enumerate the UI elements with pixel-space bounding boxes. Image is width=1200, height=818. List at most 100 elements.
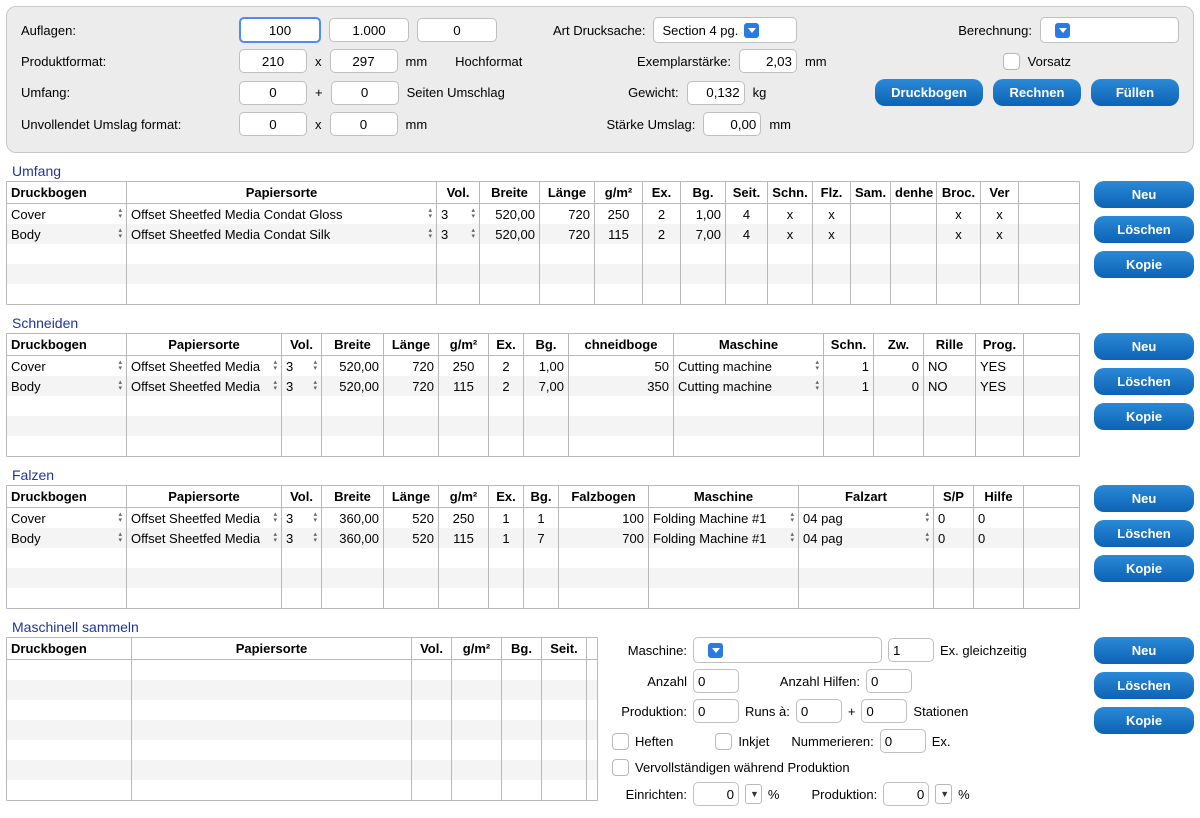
auflagen-2[interactable] — [329, 18, 409, 42]
produktion2-label: Produktion: — [811, 787, 877, 802]
umfang-title: Umfang — [12, 163, 1194, 179]
stepper-icon[interactable]: ▴▾ — [790, 532, 794, 544]
auflagen-3[interactable] — [417, 18, 497, 42]
stepper-icon[interactable]: ▴▾ — [471, 228, 475, 240]
art-select[interactable]: Section 4 pg. — [653, 17, 797, 43]
ex-gleich-input[interactable] — [888, 638, 934, 662]
einrichten-drop[interactable] — [745, 784, 762, 804]
stepper-icon[interactable]: ▴▾ — [313, 360, 317, 372]
table-row — [7, 700, 597, 720]
stepper-icon[interactable]: ▴▾ — [118, 228, 122, 240]
stepper-icon[interactable]: ▴▾ — [273, 360, 277, 372]
table-row — [7, 660, 597, 680]
anzahl-input[interactable] — [693, 669, 739, 693]
staerke[interactable] — [703, 112, 761, 136]
umfang-kopie[interactable]: Kopie — [1094, 251, 1194, 278]
seiten-umslag: Seiten Umschlag — [407, 85, 505, 100]
runs2-input[interactable] — [861, 699, 907, 723]
table-row[interactable]: Body▴▾Offset Sheetfed Media▴▾3▴▾520,0072… — [7, 376, 1079, 396]
stepper-icon[interactable]: ▴▾ — [428, 228, 432, 240]
stepper-icon[interactable]: ▴▾ — [313, 512, 317, 524]
stepper-icon[interactable]: ▴▾ — [118, 360, 122, 372]
produktion-input[interactable] — [693, 699, 739, 723]
schneiden-grid: DruckbogenPapiersorteVol.BreiteLängeg/m²… — [6, 333, 1080, 457]
stepper-icon[interactable]: ▴▾ — [815, 360, 819, 372]
table-row[interactable]: Body▴▾Offset Sheetfed Media Condat Silk▴… — [7, 224, 1079, 244]
sammeln-neu[interactable]: Neu — [1094, 637, 1194, 664]
gewicht[interactable] — [687, 81, 745, 105]
schneiden-kopie[interactable]: Kopie — [1094, 403, 1194, 430]
einrichten-input[interactable] — [693, 782, 739, 806]
falzen-kopie[interactable]: Kopie — [1094, 555, 1194, 582]
table-row[interactable]: Body▴▾Offset Sheetfed Media▴▾3▴▾360,0052… — [7, 528, 1079, 548]
stepper-icon[interactable]: ▴▾ — [815, 380, 819, 392]
druckbogen-button[interactable]: Druckbogen — [875, 79, 983, 106]
umfang-b[interactable] — [331, 81, 399, 105]
umfang-a[interactable] — [239, 81, 307, 105]
table-row — [7, 568, 1079, 588]
unvoll-label: Unvollendet Umslag format: — [21, 117, 231, 132]
hilfen-input[interactable] — [866, 669, 912, 693]
stepper-icon[interactable]: ▴▾ — [925, 512, 929, 524]
stepper-icon[interactable]: ▴▾ — [273, 380, 277, 392]
sammeln-grid: DruckbogenPapiersorteVol.g/m²Bg.Seit. — [6, 637, 598, 801]
vorsatz-checkbox[interactable] — [1003, 53, 1020, 70]
rechnen-button[interactable]: Rechnen — [993, 79, 1081, 106]
umfang-loeschen[interactable]: Löschen — [1094, 216, 1194, 243]
sammeln-loeschen[interactable]: Löschen — [1094, 672, 1194, 699]
produktion-label: Produktion: — [612, 704, 687, 719]
heften-checkbox[interactable] — [612, 733, 629, 750]
stepper-icon[interactable]: ▴▾ — [925, 532, 929, 544]
stepper-icon[interactable]: ▴▾ — [118, 532, 122, 544]
schneiden-section: Schneiden DruckbogenPapiersorteVol.Breit… — [6, 309, 1194, 457]
stepper-icon[interactable]: ▴▾ — [118, 208, 122, 220]
table-row — [7, 780, 597, 800]
stepper-icon[interactable]: ▴▾ — [118, 512, 122, 524]
stepper-icon[interactable]: ▴▾ — [471, 208, 475, 220]
vorsatz-label: Vorsatz — [1028, 54, 1071, 69]
inkjet-checkbox[interactable] — [715, 733, 732, 750]
umfang-section: Umfang DruckbogenPapiersorteVol.BreiteLä… — [6, 157, 1194, 305]
header-panel: Auflagen: Art Drucksache: Section 4 pg. … — [6, 6, 1194, 153]
stepper-icon[interactable]: ▴▾ — [273, 512, 277, 524]
falzen-title: Falzen — [12, 467, 1194, 483]
auflagen-1[interactable] — [239, 17, 321, 43]
unvoll-w[interactable] — [239, 112, 307, 136]
produktion2-input[interactable] — [883, 782, 929, 806]
sammeln-kopie[interactable]: Kopie — [1094, 707, 1194, 734]
table-row[interactable]: Cover▴▾Offset Sheetfed Media Condat Glos… — [7, 204, 1079, 224]
stepper-icon[interactable]: ▴▾ — [790, 512, 794, 524]
table-row[interactable]: Cover▴▾Offset Sheetfed Media▴▾3▴▾360,005… — [7, 508, 1079, 528]
sammeln-form: Maschine: Ex. gleichzeitig Anzahl Anzahl… — [612, 637, 1080, 812]
schneiden-loeschen[interactable]: Löschen — [1094, 368, 1194, 395]
table-row — [7, 284, 1079, 304]
umfang-grid: DruckbogenPapiersorteVol.BreiteLängeg/m²… — [6, 181, 1080, 305]
maschine-select[interactable] — [693, 637, 882, 663]
produkt-height[interactable] — [330, 49, 398, 73]
ex-gleich-label: Ex. gleichzeitig — [940, 643, 1027, 658]
table-row[interactable]: Cover▴▾Offset Sheetfed Media▴▾3▴▾520,007… — [7, 356, 1079, 376]
runs-input[interactable] — [796, 699, 842, 723]
stepper-icon[interactable]: ▴▾ — [273, 532, 277, 544]
stepper-icon[interactable]: ▴▾ — [428, 208, 432, 220]
berechnung-select[interactable] — [1040, 17, 1179, 43]
schneiden-neu[interactable]: Neu — [1094, 333, 1194, 360]
exemplarstaerke[interactable] — [739, 49, 797, 73]
unvoll-h[interactable] — [330, 112, 398, 136]
schneiden-title: Schneiden — [12, 315, 1194, 331]
inkjet-label: Inkjet — [738, 734, 769, 749]
umfang-neu[interactable]: Neu — [1094, 181, 1194, 208]
fullen-button[interactable]: Füllen — [1091, 79, 1179, 106]
stepper-icon[interactable]: ▴▾ — [118, 380, 122, 392]
nummerieren-input[interactable] — [880, 729, 926, 753]
gewicht-label: Gewicht: — [554, 85, 679, 100]
table-row — [7, 740, 597, 760]
produktion2-drop[interactable] — [935, 784, 952, 804]
produkt-width[interactable] — [239, 49, 307, 73]
vervoll-checkbox[interactable] — [612, 759, 629, 776]
stepper-icon[interactable]: ▴▾ — [313, 380, 317, 392]
falzen-neu[interactable]: Neu — [1094, 485, 1194, 512]
stepper-icon[interactable]: ▴▾ — [313, 532, 317, 544]
vervoll-label: Vervollständigen während Produktion — [635, 760, 850, 775]
falzen-loeschen[interactable]: Löschen — [1094, 520, 1194, 547]
